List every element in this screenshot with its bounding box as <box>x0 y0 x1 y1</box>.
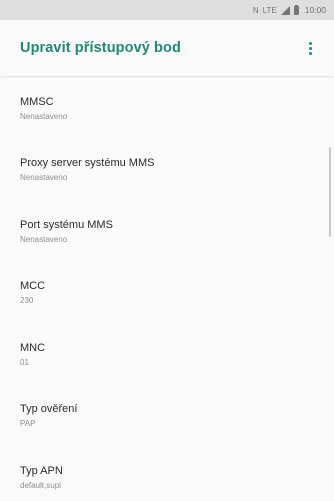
status-time: 10:00 <box>304 5 326 15</box>
pref-title: MMSC <box>20 95 54 108</box>
pref-item-mms-proxy[interactable]: Proxy server systému MMS Nenastaveno <box>0 140 334 202</box>
scrollbar[interactable] <box>329 147 331 237</box>
pref-title: Proxy server systému MMS <box>20 157 155 170</box>
battery-icon <box>293 4 299 15</box>
lte-icon: LTE <box>262 5 277 15</box>
signal-icon <box>280 5 290 15</box>
pref-title: MCC <box>20 280 46 293</box>
pref-summary: default,supl <box>20 480 61 490</box>
pref-item-mmsc[interactable]: MMSC Nenastaveno <box>0 78 334 140</box>
screen: N LTE 10:00 Upravit přístupový bod MMSC … <box>0 0 334 501</box>
pref-summary: Nenastaveno <box>20 234 68 244</box>
pref-item-mnc[interactable]: MNC 01 <box>0 324 334 386</box>
pref-summary: Nenastaveno <box>20 173 68 183</box>
pref-item-apn-type[interactable]: Typ APN default,supl <box>0 447 334 501</box>
more-vert-icon <box>308 41 312 55</box>
pref-item-mcc[interactable]: MCC 230 <box>0 263 334 325</box>
pref-item-auth-type[interactable]: Typ ověření PAP <box>0 386 334 448</box>
pref-title: MNC <box>20 341 46 354</box>
nfc-icon: N <box>252 5 259 15</box>
pref-item-mms-port[interactable]: Port systému MMS Nenastaveno <box>0 201 334 263</box>
pref-title: Typ APN <box>20 464 63 477</box>
status-bar: N LTE 10:00 <box>0 0 334 20</box>
pref-summary: Nenastaveno <box>20 111 68 121</box>
app-toolbar: Upravit přístupový bod <box>0 20 334 76</box>
pref-title: Port systému MMS <box>20 218 113 231</box>
settings-list: MMSC Nenastaveno Proxy server systému MM… <box>0 76 334 501</box>
page-title: Upravit přístupový bod <box>20 40 181 56</box>
overflow-menu-button[interactable] <box>300 36 320 60</box>
pref-summary: PAP <box>20 419 36 429</box>
pref-summary: 230 <box>20 296 34 306</box>
pref-title: Typ ověření <box>20 403 78 416</box>
pref-summary: 01 <box>20 357 29 367</box>
